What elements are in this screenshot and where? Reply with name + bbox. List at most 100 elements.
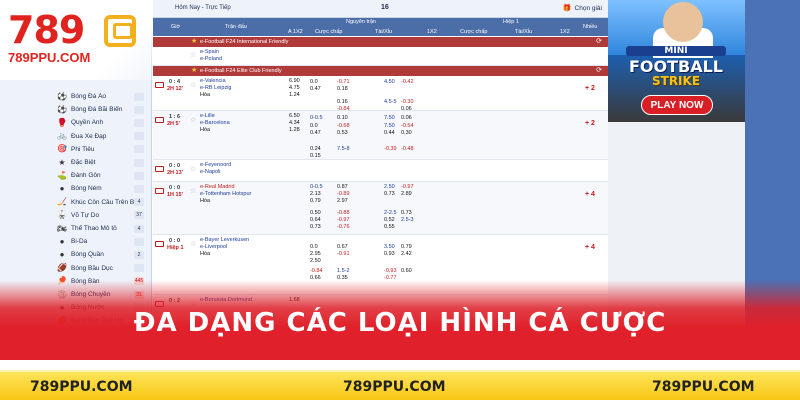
sidebar-item[interactable]: ● Bóng Quần 2 [0, 248, 150, 261]
odds-value[interactable]: 0.53 [337, 130, 348, 137]
odds-value[interactable]: 2.50 [384, 184, 395, 191]
odds-value[interactable]: 0.73 [310, 224, 321, 231]
odds-value[interactable]: 0.50 [310, 210, 321, 217]
match-row[interactable]: 0 : 0 2H 13' ☆ e-Feyenoord e-Napoli [153, 160, 608, 182]
live-tv-icon[interactable] [155, 241, 164, 247]
odds-value[interactable]: 0.73 [384, 191, 395, 198]
sidebar-item[interactable]: ● Bi-Da [0, 235, 150, 248]
sidebar-item[interactable]: ⚽ Bóng Đá Bãi Biển [0, 103, 150, 116]
odds-value[interactable]: 0.87 [337, 184, 348, 191]
star-icon[interactable]: ★ [191, 37, 197, 47]
sidebar-item[interactable]: 🥊 Quyền Anh [0, 116, 150, 129]
odds-value[interactable]: 0.47 [310, 130, 321, 137]
sidebar-item[interactable]: 🥋 Võ Tự Do 37 [0, 209, 150, 222]
odds-value[interactable]: 0.06 [401, 115, 412, 122]
league-row[interactable]: ★ e-Football F24 Elite Club Friendly ⟳ [153, 66, 608, 76]
odds-value[interactable]: 0.64 [310, 217, 321, 224]
odds-value[interactable]: 0.16 [337, 99, 348, 106]
odds-value[interactable]: 2.42 [401, 251, 412, 258]
footer-url-right[interactable]: 789PPU.COM [652, 379, 755, 395]
play-now-button[interactable]: PLAY NOW [641, 95, 713, 115]
match-row[interactable]: 0 : 0 1H 15' ☆ e-Real Madrid e-Tottenham Hot… [153, 182, 608, 235]
sidebar-item[interactable]: ★ Đặc Biệt [0, 156, 150, 169]
match-row[interactable]: 0 : 4 2H 12' ☆ e-Valencia e-RB Leipzig Hòa 6.9… [153, 76, 608, 111]
odds-value[interactable]: 0.55 [384, 224, 395, 231]
odds-value[interactable]: 0.73 [401, 210, 412, 217]
odds-value[interactable]: 7.50 [384, 123, 395, 130]
odds-value[interactable]: 0.30 [401, 130, 412, 137]
choose-league-button[interactable]: 🎁 Chọn giải [563, 4, 602, 12]
odds-away[interactable]: 4.75 [289, 85, 300, 92]
live-tv-icon[interactable] [155, 188, 164, 194]
odds-home[interactable]: 6.90 [289, 78, 300, 85]
star-icon[interactable]: ★ [191, 66, 197, 76]
odds-value[interactable]: -0.89 [337, 191, 350, 198]
odds-value[interactable]: -0.84 [337, 106, 350, 113]
odds-value[interactable]: 0.52 [384, 217, 395, 224]
favorite-star-icon[interactable]: ☆ [190, 117, 196, 124]
match-row[interactable]: 1 : 6 2H 5' ☆ e-Lille e-Barcelona Hòa 6.50 4.34… [153, 111, 608, 160]
odds-value[interactable]: -0.76 [337, 224, 350, 231]
live-tv-icon[interactable] [155, 166, 164, 172]
odds-value[interactable]: 0.10 [337, 115, 348, 122]
favorite-star-icon[interactable]: ☆ [190, 166, 196, 173]
more-markets-link[interactable]: + 4 [585, 191, 595, 198]
odds-value[interactable]: 3.50 [384, 244, 395, 251]
odds-value[interactable]: 0.0 [310, 79, 318, 86]
odds-value[interactable]: -0.88 [337, 210, 350, 217]
odds-value[interactable]: -0.48 [401, 146, 414, 153]
odds-value[interactable]: 2.5-3 [401, 217, 414, 224]
site-logo[interactable]: 789 789PPU.COM [0, 0, 165, 80]
odds-value[interactable]: -0.39 [384, 146, 397, 153]
favorite-star-icon[interactable]: ☆ [190, 52, 196, 59]
odds-value[interactable]: -0.42 [401, 79, 414, 86]
odds-value[interactable]: 1.5-2 [337, 268, 350, 275]
footer-url-center[interactable]: 789PPU.COM [343, 379, 446, 395]
match-row[interactable]: ☆ e-Spain e-Poland [153, 47, 608, 66]
odds-value[interactable]: 4.5-5 [384, 99, 397, 106]
odds-value[interactable]: 7.50 [384, 115, 395, 122]
odds-value[interactable]: 4.50 [384, 79, 395, 86]
odds-value[interactable]: -0.91 [337, 251, 350, 258]
league-row[interactable]: ★ e-Football F24 International Friendly … [153, 37, 608, 47]
odds-value[interactable]: -0.97 [401, 184, 414, 191]
odds-value[interactable]: -0.97 [337, 217, 350, 224]
sidebar-item[interactable]: 🚲 Đua Xe Đạp [0, 130, 150, 143]
sidebar-item[interactable]: 🏈 Bóng Bầu Dục [0, 262, 150, 275]
odds-value[interactable]: 0.24 [310, 146, 321, 153]
odds-value[interactable]: 0.0 [310, 244, 318, 251]
favorite-star-icon[interactable]: ☆ [190, 188, 196, 195]
odds-value[interactable]: 0.67 [337, 244, 348, 251]
odds-value[interactable]: 0.18 [337, 86, 348, 93]
odds-value[interactable]: 0.47 [310, 86, 321, 93]
odds-value[interactable]: -0.84 [310, 268, 323, 275]
odds-value[interactable]: 0-0.5 [310, 115, 323, 122]
odds-value[interactable]: 0.06 [401, 106, 412, 113]
live-tv-icon[interactable] [155, 117, 164, 123]
favorite-star-icon[interactable]: ☆ [190, 82, 196, 89]
sidebar-item[interactable]: 🏒 Khúc Côn Cầu Trên Băng4 [0, 196, 150, 209]
odds-away[interactable]: 4.34 [289, 120, 300, 127]
refresh-icon[interactable]: ⟳ [596, 37, 602, 47]
odds-draw[interactable]: 1.24 [289, 92, 300, 99]
odds-value[interactable]: 0.60 [401, 268, 412, 275]
odds-value[interactable]: 2.13 [310, 191, 321, 198]
live-tv-icon[interactable] [155, 82, 164, 88]
favorite-star-icon[interactable]: ☆ [190, 241, 196, 248]
odds-value[interactable]: 0.79 [401, 244, 412, 251]
odds-value[interactable]: 7.5-8 [337, 146, 350, 153]
sidebar-item[interactable]: ⚽ Bóng Đá Ảo [0, 90, 150, 103]
odds-value[interactable]: 2.89 [401, 191, 412, 198]
game-ad-banner[interactable]: MINI FOOTBALL STRIKE PLAY NOW [608, 0, 745, 122]
odds-value[interactable]: 0-0.5 [310, 184, 323, 191]
odds-value[interactable]: -0.30 [401, 99, 414, 106]
odds-value[interactable]: 2.95 [310, 251, 321, 258]
sidebar-item[interactable]: ● Bóng Ném [0, 182, 150, 195]
breadcrumb[interactable]: Hôm Nay - Trực Tiếp [175, 5, 231, 11]
odds-value[interactable]: 2.50 [310, 258, 321, 265]
sidebar-item[interactable]: 🏍 Thể Thao Mô tô 4 [0, 222, 150, 235]
more-markets-link[interactable]: + 2 [585, 85, 595, 92]
odds-value[interactable]: 2-2.5 [384, 210, 397, 217]
footer-url-left[interactable]: 789PPU.COM [30, 379, 133, 395]
odds-value[interactable]: 2.97 [337, 198, 348, 205]
